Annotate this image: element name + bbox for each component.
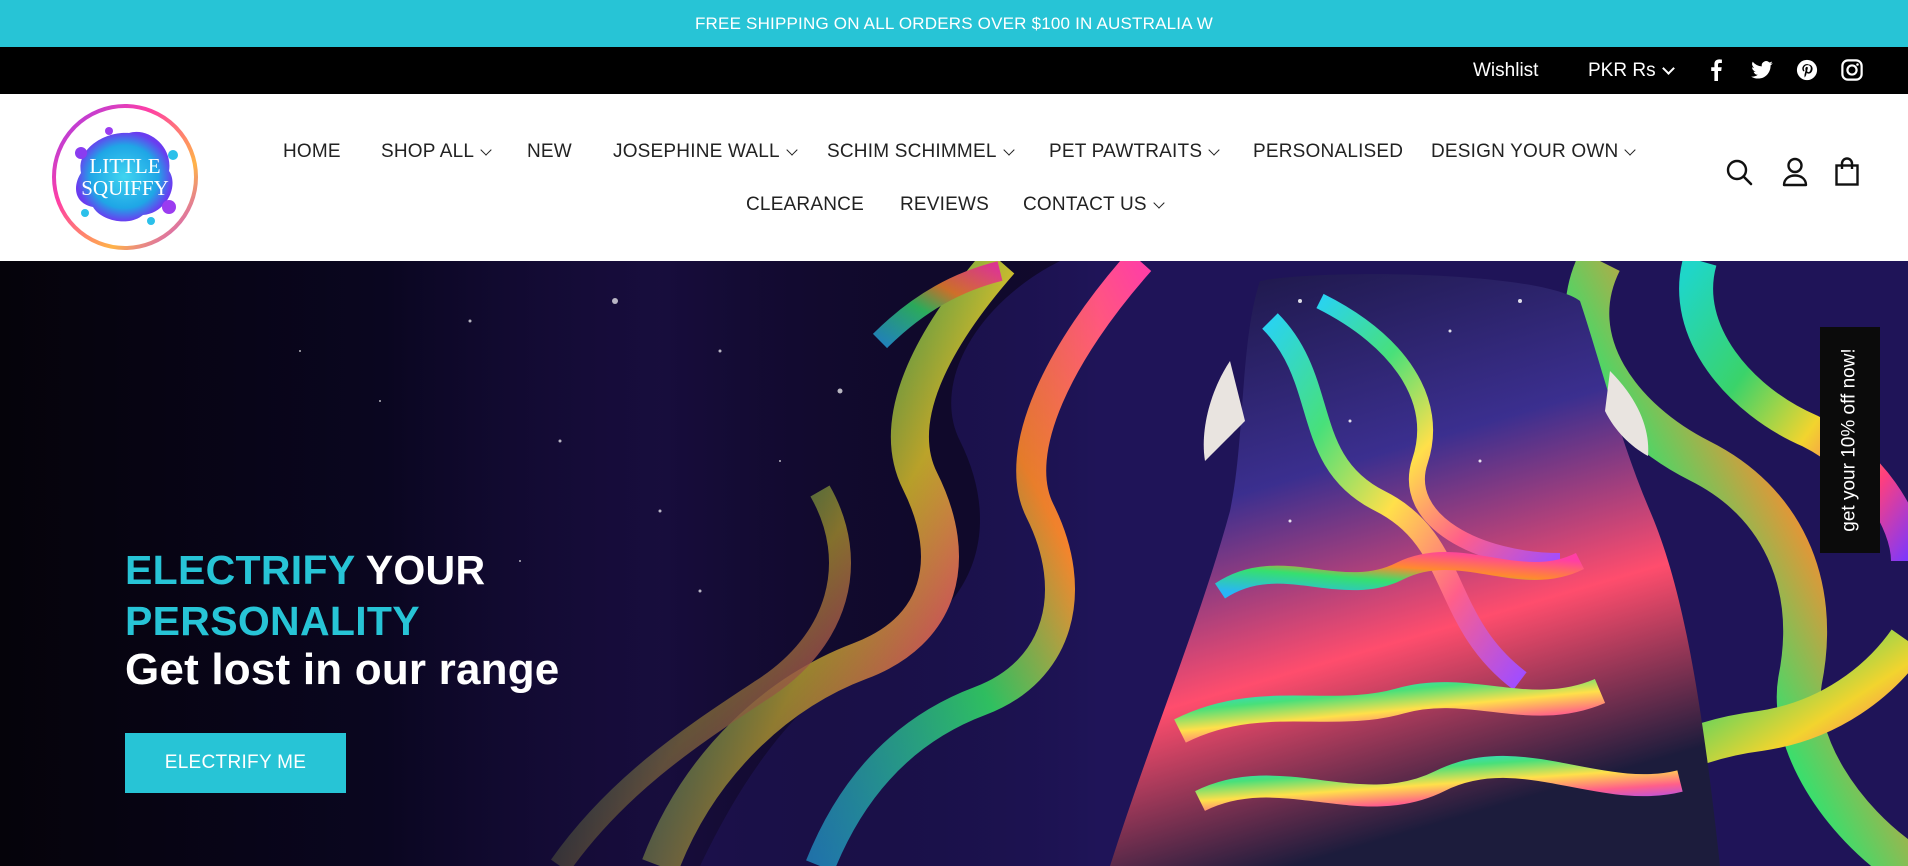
logo-text-line1: LITTLE: [89, 154, 160, 178]
headline-word-personality: PERSONALITY: [125, 598, 420, 644]
cart-icon[interactable]: [1830, 155, 1864, 189]
discount-side-tab[interactable]: get your 10% off now!: [1820, 327, 1880, 553]
electrify-me-button[interactable]: ELECTRIFY ME: [125, 733, 346, 793]
chevron-down-icon: [1153, 197, 1165, 209]
currency-selector[interactable]: PKR Rs: [1588, 47, 1675, 94]
nav-new-label: NEW: [527, 141, 572, 162]
nav-josephine-wall[interactable]: JOSEPHINE WALL: [613, 141, 798, 163]
nav-shop-all-label: SHOP ALL: [381, 141, 475, 162]
nav-new[interactable]: NEW: [527, 141, 572, 163]
hero-banner: ELECTRIFY YOUR PERSONALITY Get lost in o…: [0, 261, 1908, 866]
currency-label: PKR Rs: [1588, 59, 1656, 81]
nav-personalised[interactable]: PERSONALISED: [1253, 141, 1403, 163]
hero-headline: ELECTRIFY YOUR PERSONALITY: [125, 545, 485, 647]
nav-personalised-label: PERSONALISED: [1253, 141, 1404, 162]
nav-shop-all[interactable]: SHOP ALL: [381, 141, 492, 163]
twitter-icon[interactable]: [1749, 57, 1775, 83]
facebook-icon[interactable]: [1703, 57, 1729, 83]
nav-pet-pawtraits[interactable]: PET PAWTRAITS: [1049, 141, 1220, 163]
chevron-down-icon: [480, 144, 492, 156]
chevron-down-icon: [786, 144, 798, 156]
nav-clearance-label: CLEARANCE: [746, 194, 864, 215]
announcement-bar: FREE SHIPPING ON ALL ORDERS OVER $100 IN…: [0, 0, 1908, 47]
site-logo[interactable]: LITTLE SQUIFFY: [51, 103, 199, 251]
chevron-down-icon: [1002, 144, 1015, 156]
hero-subheadline: Get lost in our range: [125, 645, 560, 694]
nav-contact-us-label: CONTACT US: [1023, 194, 1147, 215]
discount-side-tab-label: get your 10% off now!: [1839, 348, 1860, 532]
instagram-icon[interactable]: [1839, 57, 1865, 83]
chevron-down-icon: [1208, 144, 1220, 156]
nav-pet-pawtraits-label: PET PAWTRAITS: [1049, 141, 1203, 162]
announcement-text: FREE SHIPPING ON ALL ORDERS OVER $100 IN…: [694, 13, 1214, 33]
search-icon[interactable]: [1722, 155, 1756, 189]
headline-word-your: YOUR: [365, 547, 486, 593]
nav-design-your-own-label: DESIGN YOUR OWN: [1431, 141, 1619, 162]
chevron-down-icon: [1624, 144, 1637, 156]
site-header: LITTLE SQUIFFY HOME SHOP ALL NEW JOSEPHI…: [0, 94, 1908, 261]
chevron-down-icon: [1661, 62, 1675, 75]
nav-reviews-label: REVIEWS: [900, 194, 990, 215]
nav-reviews[interactable]: REVIEWS: [900, 194, 989, 216]
nav-schim-schimmel-label: SCHIM SCHIMMEL: [827, 141, 997, 162]
nav-contact-us[interactable]: CONTACT US: [1023, 194, 1165, 216]
logo-text-line2: SQUIFFY: [81, 176, 169, 200]
utility-bar: Wishlist PKR Rs: [0, 47, 1908, 94]
nav-design-your-own[interactable]: DESIGN YOUR OWN: [1431, 141, 1637, 163]
account-icon[interactable]: [1778, 155, 1812, 189]
nav-clearance[interactable]: CLEARANCE: [746, 194, 864, 216]
wishlist-link[interactable]: Wishlist: [1473, 47, 1538, 94]
nav-josephine-wall-label: JOSEPHINE WALL: [613, 141, 780, 162]
pinterest-icon[interactable]: [1794, 57, 1820, 83]
nav-home[interactable]: HOME: [283, 141, 341, 163]
nav-schim-schimmel[interactable]: SCHIM SCHIMMEL: [827, 141, 1015, 163]
headline-word-electrify: ELECTRIFY: [125, 547, 355, 593]
nav-home-label: HOME: [283, 141, 341, 162]
